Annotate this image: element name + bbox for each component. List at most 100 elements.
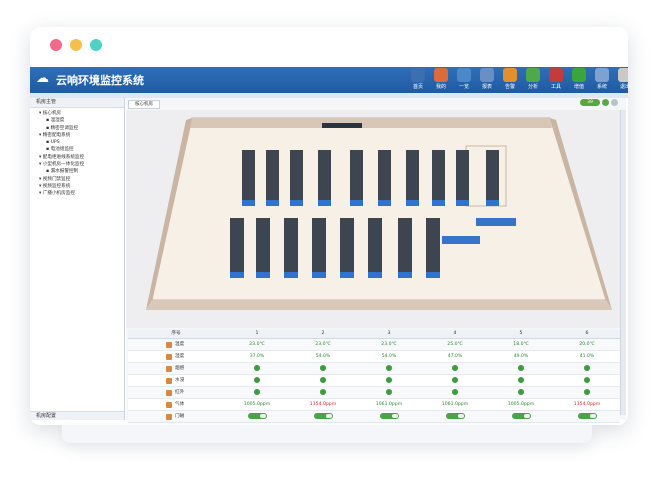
table-cell: 1154.0ppm xyxy=(309,402,337,407)
toolbar-button-7[interactable]: 增值 xyxy=(568,68,590,90)
toggle-switch[interactable] xyxy=(247,412,267,419)
battery-cabinet[interactable] xyxy=(476,218,516,226)
server-rack[interactable] xyxy=(312,218,326,278)
sidebar-item[interactable]: ▪ 漏水报警控制 xyxy=(32,168,124,175)
sidebar-header: 机房主管 xyxy=(30,98,124,108)
window-shadow xyxy=(62,425,592,443)
table-cell xyxy=(356,411,422,422)
table-cell xyxy=(356,363,422,374)
rack-base xyxy=(340,272,354,278)
server-rack[interactable] xyxy=(340,218,354,278)
sidebar-item[interactable]: ▪ 电池组监控 xyxy=(32,146,124,153)
table-cell: 18.0℃ xyxy=(513,342,529,347)
toolbar-icon xyxy=(549,68,563,82)
toggle-switch[interactable] xyxy=(379,412,399,419)
server-rack[interactable] xyxy=(290,150,303,206)
toolbar-button-1[interactable]: 我的 xyxy=(430,68,452,90)
equipment-rack[interactable] xyxy=(322,123,362,128)
toggle-switch[interactable] xyxy=(313,412,333,419)
sidebar-item[interactable]: ▾ 视频监控系统 xyxy=(32,183,124,190)
sensor-table: 序号 1 2 3 4 5 6 温度 23.0℃ 23.0℃ 23.0℃ 25.0℃ 18.0℃ 20.0… xyxy=(128,330,620,425)
table-cell xyxy=(422,387,488,398)
vertical-scrollbar[interactable] xyxy=(620,110,626,415)
sidebar-item[interactable]: ▾ 视频门禁监控 xyxy=(32,176,124,183)
table-row: 烟感 xyxy=(128,363,620,375)
server-rack[interactable] xyxy=(266,150,279,206)
close-dot[interactable] xyxy=(50,39,62,51)
toolbar-label: 首页 xyxy=(412,84,423,90)
table-cell: 23.0℃ xyxy=(249,342,265,347)
sidebar-item[interactable]: ▪ UPS xyxy=(32,139,124,146)
app-title: 云响环境监控系统 xyxy=(56,75,144,87)
sidebar-footer[interactable]: 机房配置 xyxy=(30,411,124,420)
header-cell: 5 xyxy=(519,331,523,336)
table-cell: 25.0℃ xyxy=(447,342,463,347)
sidebar-item[interactable]: ▾ 广播小机房监控 xyxy=(32,190,124,197)
server-rack[interactable] xyxy=(486,150,499,206)
toolbar-button-3[interactable]: 报表 xyxy=(476,68,498,90)
server-rack[interactable] xyxy=(284,218,298,278)
table-row: 温度 23.0℃ 23.0℃ 23.0℃ 25.0℃ 18.0℃ 20.0℃ xyxy=(128,339,620,351)
server-rack[interactable] xyxy=(398,218,412,278)
table-cell: 23.0℃ xyxy=(315,342,331,347)
server-rack[interactable] xyxy=(426,218,440,278)
toolbar-button-4[interactable]: 告警 xyxy=(499,68,521,90)
toolbar-icon xyxy=(503,68,517,82)
server-rack[interactable] xyxy=(432,150,445,206)
status-ok-icon xyxy=(584,376,590,383)
rack-base xyxy=(318,200,331,206)
maximize-dot[interactable] xyxy=(90,39,102,51)
server-rack[interactable] xyxy=(456,150,469,206)
sidebar-item[interactable]: ▾ 核心机房 xyxy=(32,110,124,117)
sidebar: 机房主管 ▾ 核心机房 ▪ 温湿度 ▪ 精密空调监控 ▾ 精密配电系统 ▪ UPS ▪ 电… xyxy=(30,98,125,420)
table-row: 红外 xyxy=(128,387,620,399)
zoom-level[interactable]: 39 xyxy=(580,99,600,106)
status-ok-icon xyxy=(386,376,392,383)
header-cell: 3 xyxy=(387,331,391,336)
server-rack[interactable] xyxy=(350,150,363,206)
sidebar-item[interactable]: ▾ 配电柜进线系统监控 xyxy=(32,154,124,161)
toolbar-button-2[interactable]: 一览 xyxy=(453,68,475,90)
sensor-icon xyxy=(166,413,172,420)
toolbar-icon xyxy=(572,68,586,82)
toolbar-button-6[interactable]: 工具 xyxy=(545,68,567,90)
sensor-icon xyxy=(166,401,172,408)
toggle-switch[interactable] xyxy=(577,412,597,419)
toolbar-button-8[interactable]: 系统 xyxy=(591,68,613,90)
rack-base xyxy=(456,200,469,206)
toolbar-button-0[interactable]: 首页 xyxy=(407,68,429,90)
toolbar-label: 工具 xyxy=(550,84,561,90)
rack-base xyxy=(284,272,298,278)
table-cell: 54.0% xyxy=(315,354,331,359)
sidebar-item[interactable]: ▪ 温湿度 xyxy=(32,117,124,124)
server-rack[interactable] xyxy=(230,218,244,278)
toolbar-button-9[interactable]: 退出 xyxy=(614,68,628,90)
server-rack[interactable] xyxy=(368,218,382,278)
zoom-in-icon[interactable] xyxy=(602,99,609,106)
server-rack[interactable] xyxy=(406,150,419,206)
battery-cabinet[interactable] xyxy=(442,236,480,244)
server-rack[interactable] xyxy=(256,218,270,278)
status-ok-icon xyxy=(584,364,590,371)
sidebar-item[interactable]: ▾ 小型机房一体化监控 xyxy=(32,161,124,168)
status-ok-icon xyxy=(386,388,392,395)
sidebar-item[interactable]: ▪ 精密空调监控 xyxy=(32,125,124,132)
tab-core-room[interactable]: 核心机房 xyxy=(128,100,160,109)
zoom-out-icon[interactable] xyxy=(611,99,618,106)
status-ok-icon xyxy=(320,388,326,395)
table-cell: 37.0% xyxy=(249,354,265,359)
toggle-switch[interactable] xyxy=(511,412,531,419)
table-cell xyxy=(488,411,554,422)
sidebar-item[interactable]: ▾ 精密配电系统 xyxy=(32,132,124,139)
toolbar-label: 系统 xyxy=(596,84,607,90)
toolbar-button-5[interactable]: 分析 xyxy=(522,68,544,90)
server-rack[interactable] xyxy=(242,150,255,206)
server-rack[interactable] xyxy=(378,150,391,206)
server-rack[interactable] xyxy=(318,150,331,206)
toggle-switch[interactable] xyxy=(445,412,465,419)
app-header: ☁ 云响环境监控系统 首页 我的 一览 报表 告警 分析 工具 增值 系统 退出 xyxy=(30,67,628,93)
rack-base xyxy=(290,200,303,206)
table-cell xyxy=(356,375,422,386)
toolbar-label: 我的 xyxy=(435,84,446,90)
minimize-dot[interactable] xyxy=(70,39,82,51)
